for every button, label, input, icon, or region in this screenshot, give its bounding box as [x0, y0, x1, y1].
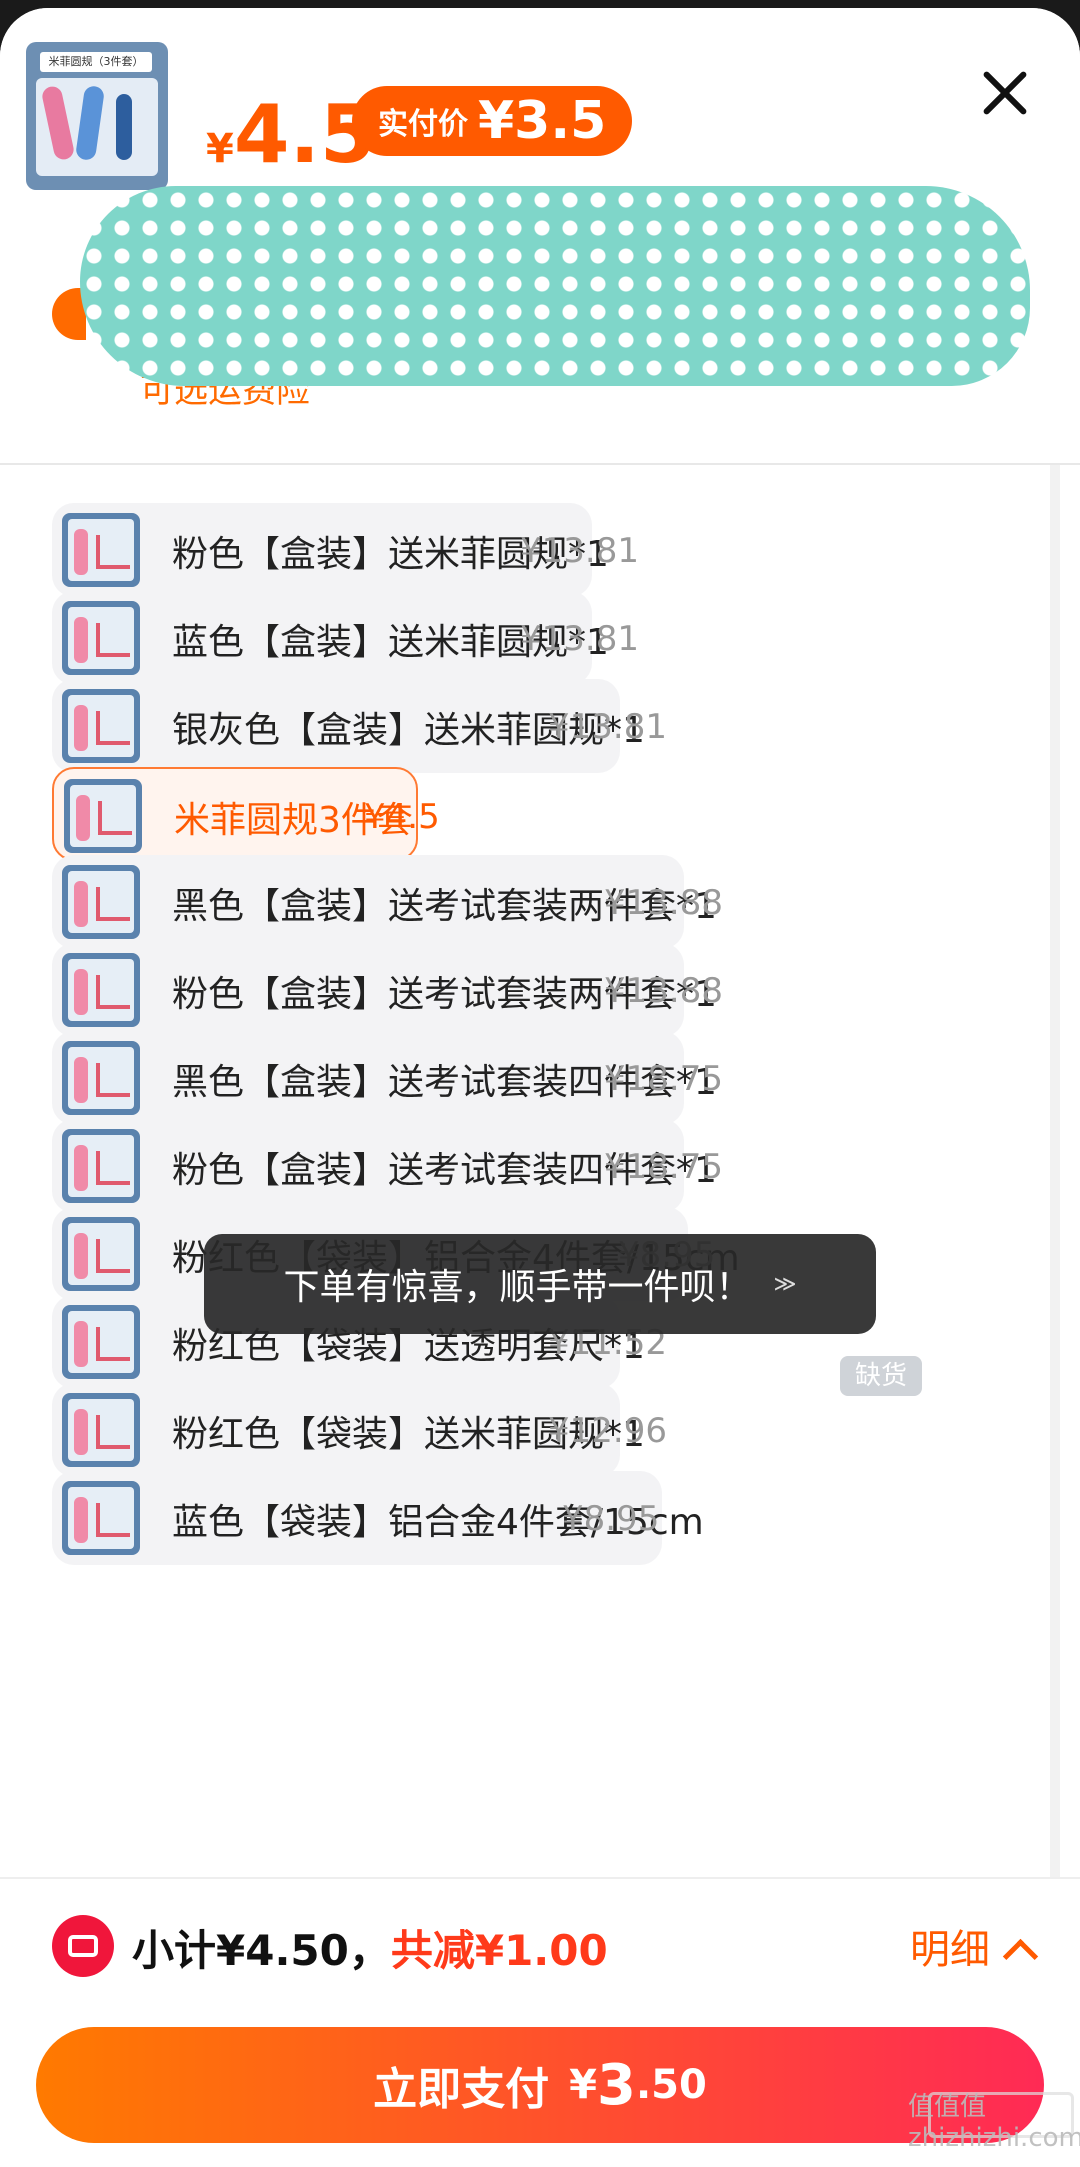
chevron-down-icon: ≫ [773, 1271, 797, 1297]
compass-icon [74, 1145, 88, 1191]
set-square-icon [96, 1327, 130, 1361]
sku-option[interactable]: 蓝色【盒装】送米菲圆规*1 ¥13.81 [52, 591, 639, 685]
sku-option-price: ¥8.95 [562, 1499, 660, 1539]
set-square-icon [96, 1239, 130, 1273]
sku-option[interactable]: 粉色【盒装】送考试套装两件套*1 ¥13.88 [52, 943, 723, 1037]
discount-text: 共减¥1.00 [390, 1926, 608, 1975]
promo-toast-text: 下单有惊喜，顺手带一件呗！ [283, 1267, 752, 1308]
actual-price-badge: 实付价 ¥3.5 [352, 86, 633, 156]
sku-option[interactable]: 粉色【盒装】送考试套装四件套*1 ¥18.75 [52, 1119, 723, 1213]
actual-price-value: ¥3.5 [478, 91, 607, 151]
sku-thumbnail [64, 779, 142, 853]
watermark-text: 值值值 zhizhizhi.com [908, 2092, 1080, 2153]
sku-selector-sheet: 米菲圆规（3件套） ¥4.5 实付价 ¥3.5 可选运费险 粉色【盒装】送米菲圆… [0, 8, 1080, 2167]
sku-option-price: ¥4.5 [364, 797, 440, 837]
sku-option-price: ¥13.81 [520, 531, 639, 571]
compass-icon [74, 1321, 88, 1367]
detail-label: 明细 [910, 1927, 990, 1973]
compass-icon [74, 529, 88, 575]
pay-label: 立即支付 [373, 2064, 550, 2115]
sku-option[interactable]: 黑色【盒装】送考试套装四件套*1 ¥18.75 [52, 1031, 723, 1125]
pay-amount-int: 3 [597, 2052, 636, 2118]
set-square-icon [96, 1151, 130, 1185]
sku-option-price: ¥18.75 [604, 1147, 723, 1187]
sku-thumbnail [62, 1305, 140, 1379]
set-square-icon [96, 887, 130, 921]
subtotal-summary: 小计¥4.50，共减¥1.00 [132, 1917, 608, 1978]
pay-amount-dec: .50 [635, 2062, 707, 2108]
sku-option[interactable]: 银灰色【盒装】送米菲圆规*1 ¥13.81 [52, 679, 667, 773]
sku-option[interactable]: 黑色【盒装】送考试套装两件套*1 ¥13.88 [52, 855, 723, 949]
thumbnail-tag: 米菲圆规（3件套） [40, 52, 152, 72]
set-square-icon [98, 801, 132, 835]
sku-option[interactable]: 粉红色【袋装】送米菲圆规*1 ¥12.96 [52, 1383, 667, 1477]
sku-option-price: ¥12.96 [548, 1411, 667, 1451]
promo-toast[interactable]: 下单有惊喜，顺手带一件呗！ ≫ [204, 1234, 876, 1334]
compass-icon [74, 705, 88, 751]
out-of-stock-badge: 缺货 [840, 1356, 922, 1396]
sku-option-price: ¥18.75 [604, 1059, 723, 1099]
redaction-overlay [80, 186, 1030, 386]
sku-option[interactable]: 蓝色【袋装】铝合金4件套/15cm ¥8.95 [52, 1471, 704, 1565]
ruler-icon [116, 94, 132, 160]
sku-thumbnail [62, 1217, 140, 1291]
compass-icon [76, 795, 90, 841]
set-square-icon [96, 1503, 130, 1537]
pay-currency: ¥ [569, 2062, 597, 2108]
scrollbar[interactable] [1050, 465, 1060, 1877]
compass-icon [74, 1057, 88, 1103]
sku-thumbnail [62, 953, 140, 1027]
compass-icon [74, 1497, 88, 1543]
compass-icon [74, 1409, 88, 1455]
product-price: ¥4.5 [206, 88, 376, 181]
sku-option-price: ¥13.88 [604, 883, 723, 923]
price-currency: ¥ [206, 126, 234, 172]
set-square-icon [96, 1415, 130, 1449]
pay-now-button[interactable]: 立即支付 ¥3.50 [36, 2027, 1044, 2143]
sku-thumbnail [62, 1129, 140, 1203]
sku-thumbnail [62, 1393, 140, 1467]
sku-option-selected[interactable]: 米菲圆规3件套 ¥4.5 [52, 767, 440, 861]
detail-toggle[interactable]: 明细 [910, 1917, 1039, 1975]
compass-icon [74, 881, 88, 927]
sku-option-price: ¥13.81 [520, 619, 639, 659]
set-square-icon [96, 711, 130, 745]
set-square-icon [96, 975, 130, 1009]
compass-icon [74, 617, 88, 663]
sku-option-price: ¥13.88 [604, 971, 723, 1011]
sheet-header: 米菲圆规（3件套） ¥4.5 实付价 ¥3.5 可选运费险 [0, 8, 1080, 465]
sku-thumbnail [62, 601, 140, 675]
sku-thumbnail [62, 865, 140, 939]
compass-icon [74, 969, 88, 1015]
set-square-icon [96, 1063, 130, 1097]
product-thumbnail[interactable]: 米菲圆规（3件套） [26, 42, 168, 190]
actual-price-label: 实付价 [378, 107, 468, 142]
coupon-icon [52, 1915, 114, 1977]
sku-thumbnail [62, 1041, 140, 1115]
chevron-up-icon [1002, 1938, 1039, 1975]
sku-thumbnail [62, 1481, 140, 1555]
compass-icon [74, 1233, 88, 1279]
sku-thumbnail [62, 513, 140, 587]
set-square-icon [96, 535, 130, 569]
subtotal-text: 小计¥4.50， [132, 1926, 391, 1975]
close-icon[interactable] [980, 68, 1030, 118]
sku-thumbnail [62, 689, 140, 763]
set-square-icon [96, 623, 130, 657]
sku-option[interactable]: 粉色【盒装】送米菲圆规*1 ¥13.81 [52, 503, 639, 597]
sku-option-price: ¥13.81 [548, 707, 667, 747]
sku-list[interactable]: 粉色【盒装】送米菲圆规*1 ¥13.81 蓝色【盒装】送米菲圆规*1 ¥13.81 银灰… [0, 465, 1080, 1877]
